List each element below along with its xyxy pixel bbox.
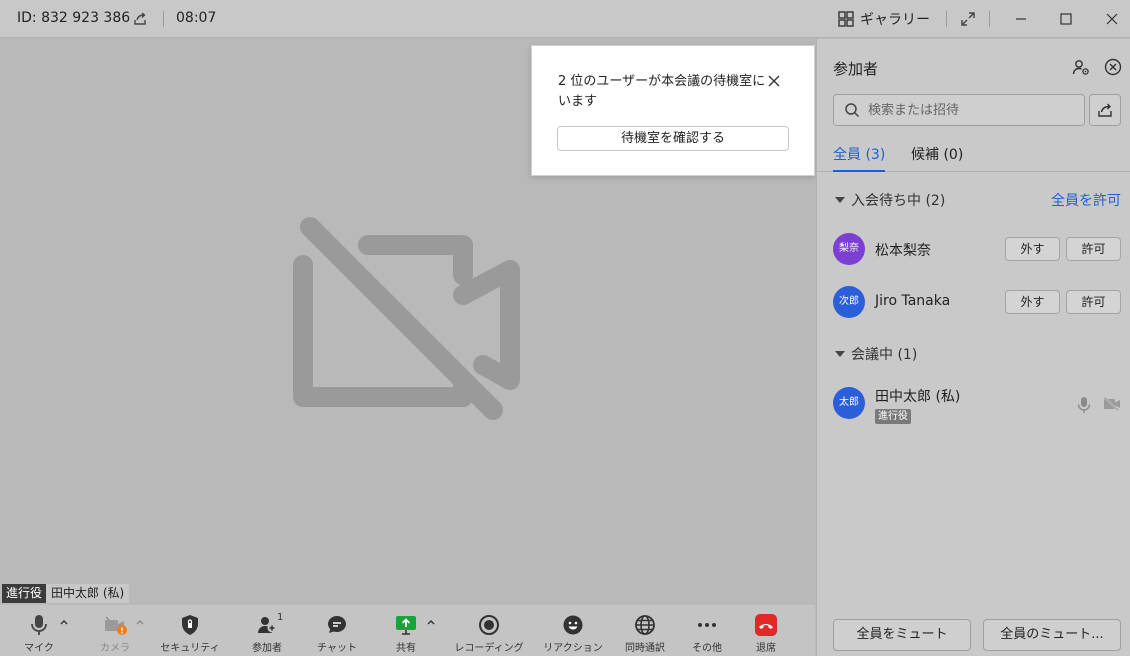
share-link-icon[interactable] — [132, 11, 148, 27]
gallery-label: ギャラリー — [860, 12, 930, 28]
waiting-room-message: 2 位のユーザーが本会議の待機室にいます — [558, 74, 766, 109]
waiting-participant-row: 梨奈 松本梨奈 外す 許可 — [833, 232, 1123, 266]
reaction-label: リアクション — [543, 643, 603, 654]
leave-label: 退席 — [756, 643, 776, 654]
microphone-icon[interactable] — [1076, 396, 1092, 414]
record-button[interactable]: レコーディング — [450, 605, 528, 656]
camera-label: カメラ — [100, 643, 130, 654]
mic-label: マイク — [24, 643, 54, 654]
minimize-icon[interactable] — [1012, 10, 1030, 28]
participant-row[interactable]: 太郎 田中太郎 (私) 進行役 — [833, 386, 1123, 424]
meeting-timer: 08:07 — [176, 10, 217, 26]
share-screen-icon — [396, 616, 416, 635]
admit-button[interactable]: 許可 — [1066, 290, 1121, 314]
mute-all-button[interactable]: 全員をミュート — [833, 619, 971, 651]
share-icon — [1098, 103, 1112, 117]
manage-participants-icon[interactable] — [1072, 58, 1090, 76]
admit-button[interactable]: 許可 — [1066, 237, 1121, 261]
divider — [163, 11, 164, 27]
invite-share-button[interactable] — [1089, 94, 1121, 126]
mic-button[interactable]: マイク — [20, 605, 58, 656]
host-role-label: 進行役 — [2, 584, 47, 603]
share-options-chevron-icon[interactable] — [426, 617, 436, 627]
interpretation-label: 同時通訳 — [625, 643, 665, 654]
participants-panel: 参加者 全員 (3) 候補 (0) 入会待ち中 (2) 全員を許可 梨奈 松本梨… — [816, 39, 1130, 656]
fullscreen-icon[interactable] — [960, 11, 976, 27]
collapse-triangle-icon — [835, 197, 845, 203]
mic-options-chevron-icon[interactable] — [59, 617, 69, 627]
avatar: 梨奈 — [833, 233, 865, 265]
chat-button[interactable]: チャット — [315, 605, 359, 656]
search-icon — [845, 103, 860, 118]
meeting-id: ID: 832 923 386 — [17, 10, 131, 26]
leave-button[interactable]: 退席 — [750, 605, 782, 656]
remove-button[interactable]: 外す — [1005, 290, 1060, 314]
share-screen-button[interactable]: 共有 — [390, 605, 422, 656]
maximize-icon[interactable] — [1057, 10, 1075, 28]
grid-icon — [838, 11, 854, 27]
interpretation-button[interactable]: 同時通訳 — [622, 605, 668, 656]
record-label: レコーディング — [454, 643, 524, 654]
title-bar: ID: 832 923 386 08:07 ギャラリー — [0, 0, 1130, 38]
divider — [989, 11, 990, 27]
participant-name: 田中太郎 (私) — [875, 389, 961, 405]
panel-title: 参加者 — [833, 60, 879, 78]
waiting-section-header[interactable]: 入会待ち中 (2) — [835, 190, 945, 210]
participants-icon — [258, 617, 277, 633]
gallery-view-button[interactable]: ギャラリー — [838, 8, 930, 30]
globe-icon — [635, 615, 655, 635]
participant-name: 松本梨奈 — [875, 243, 931, 259]
more-icon — [698, 623, 716, 627]
in-meeting-section-header[interactable]: 会議中 (1) — [835, 344, 917, 364]
chat-label: チャット — [317, 643, 357, 654]
participants-label: 参加者 — [252, 643, 282, 654]
microphone-icon — [31, 615, 47, 635]
shield-icon — [182, 615, 198, 635]
close-panel-icon[interactable] — [1104, 58, 1122, 76]
tab-all[interactable]: 全員 (3) — [833, 144, 886, 172]
record-icon — [479, 615, 499, 635]
camera-button[interactable]: ! カメラ — [96, 605, 134, 656]
waiting-room-notification: 2 位のユーザーが本会議の待機室にいます 待機室を確認する — [531, 45, 815, 176]
participants-count-badge: 1 — [277, 612, 284, 623]
meeting-toolbar: マイク ! カメラ セキュリティ 参加者 1 チャット 共有 レコーディング リ… — [0, 605, 815, 656]
reaction-icon — [563, 615, 583, 635]
divider — [946, 11, 947, 27]
leave-icon — [755, 614, 777, 636]
collapse-triangle-icon — [835, 351, 845, 357]
chat-icon — [328, 616, 346, 633]
camera-options-chevron-icon[interactable] — [135, 617, 145, 627]
participant-tabs: 全員 (3) 候補 (0) — [817, 140, 1130, 172]
unmute-all-button[interactable]: 全員のミュート... — [983, 619, 1121, 651]
camera-off-icon[interactable] — [1103, 396, 1121, 412]
security-button[interactable]: セキュリティ — [155, 605, 225, 656]
close-window-icon[interactable] — [1103, 10, 1121, 28]
waiting-participant-row: 次郎 Jiro Tanaka 外す 許可 — [833, 285, 1123, 319]
search-input[interactable] — [868, 102, 1078, 118]
avatar: 太郎 — [833, 387, 865, 419]
search-box[interactable] — [833, 94, 1085, 126]
svg-text:!: ! — [120, 627, 124, 636]
video-name-tag: 進行役 田中太郎 (私) — [2, 584, 130, 603]
view-waiting-room-button[interactable]: 待機室を確認する — [557, 126, 789, 151]
more-label: その他 — [692, 643, 722, 654]
video-off-icon — [293, 217, 520, 420]
more-button[interactable]: その他 — [688, 605, 726, 656]
remove-button[interactable]: 外す — [1005, 237, 1060, 261]
avatar: 次郎 — [833, 286, 865, 318]
admit-all-link[interactable]: 全員を許可 — [1051, 190, 1121, 210]
tab-candidates[interactable]: 候補 (0) — [911, 144, 963, 172]
share-label: 共有 — [396, 643, 416, 654]
participant-name: Jiro Tanaka — [875, 293, 951, 309]
waiting-section-label: 入会待ち中 (2) — [851, 193, 946, 209]
camera-off-icon: ! — [105, 616, 127, 636]
reaction-button[interactable]: リアクション — [540, 605, 606, 656]
security-label: セキュリティ — [160, 643, 220, 654]
host-badge: 進行役 — [875, 409, 911, 424]
close-icon[interactable] — [766, 73, 782, 89]
participant-name-label: 田中太郎 (私) — [46, 584, 130, 603]
in-meeting-section-label: 会議中 (1) — [851, 347, 918, 363]
